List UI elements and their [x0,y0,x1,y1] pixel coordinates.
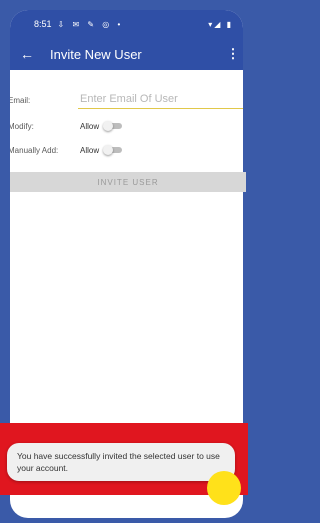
notification-icons: ⇩ ✉ ✎ ◎ • [57,19,124,29]
success-toast: You have successfully invited the select… [7,443,235,481]
modify-allow-label: Allow [80,122,100,131]
floating-action-button[interactable] [207,471,241,505]
page-title: Invite New User [50,46,142,62]
status-time: 8:51 [34,19,52,29]
signal-battery-icon: ▾◢ ▮ [208,19,233,29]
manually-add-toggle[interactable] [103,145,123,155]
overflow-menu-icon[interactable]: ⋮ [223,46,243,62]
modify-label: Modify: [10,122,34,131]
toggle-knob [103,121,113,131]
email-field[interactable] [78,90,243,109]
app-bar: ← Invite New User ⋮ [10,38,243,70]
manually-add-label: Manually Add: [10,146,59,155]
back-arrow-icon[interactable]: ← [12,46,42,62]
manually-add-allow-label: Allow [80,146,100,155]
email-label: Email: [10,96,31,105]
modify-toggle[interactable] [103,121,123,131]
toggle-knob [103,145,113,155]
invite-user-button[interactable]: INVITE USER [10,172,246,192]
status-bar: 8:51 ⇩ ✉ ✎ ◎ • ▾◢ ▮ [10,10,243,38]
